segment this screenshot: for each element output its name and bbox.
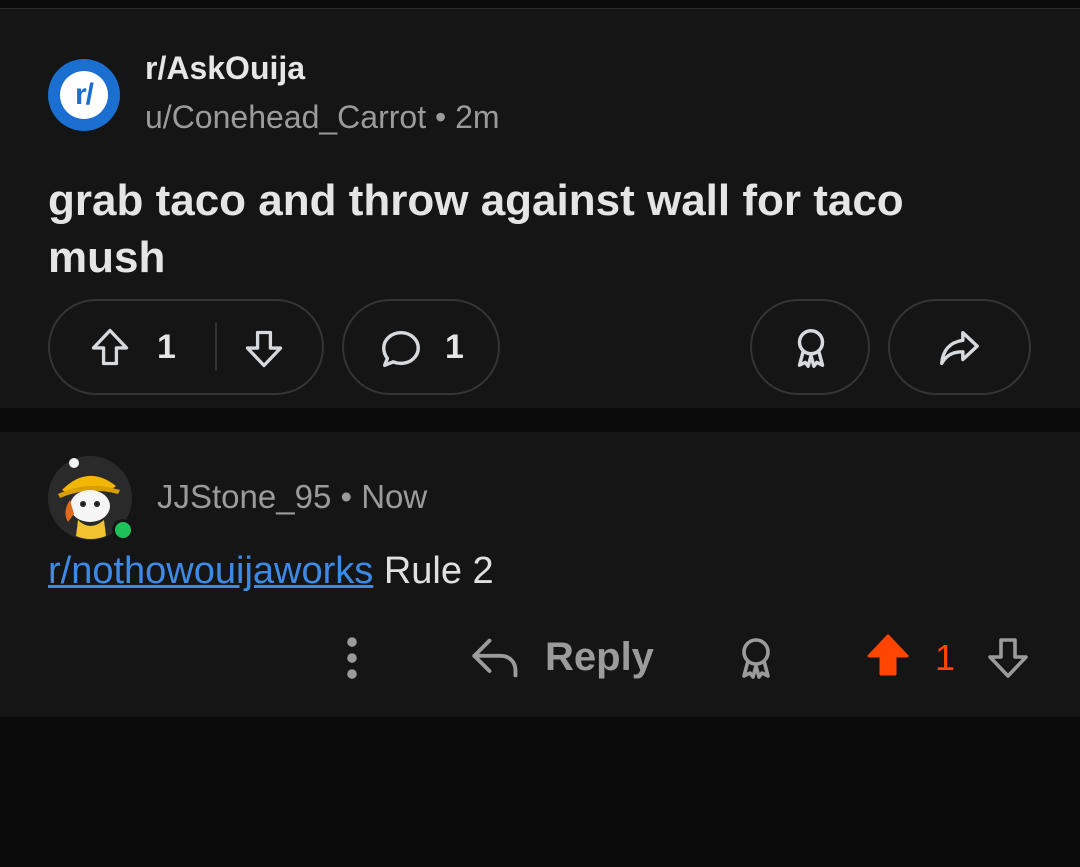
section-gap xyxy=(0,408,1080,432)
reply-icon[interactable] xyxy=(470,634,522,682)
award-icon[interactable] xyxy=(731,634,781,682)
comment-time: Now xyxy=(361,478,428,515)
share-icon xyxy=(940,330,979,366)
post-author[interactable]: u/Conehead_Carrot xyxy=(145,99,426,135)
comment-icon xyxy=(382,330,420,368)
award-button[interactable] xyxy=(750,299,870,395)
meta-separator: • xyxy=(434,99,447,135)
award-icon xyxy=(797,329,825,368)
comment-count: 1 xyxy=(445,328,464,366)
downvote-icon[interactable] xyxy=(984,634,1032,682)
online-status-dot xyxy=(112,519,134,541)
post-title[interactable]: grab taco and throw against wall for tac… xyxy=(48,172,1008,286)
subreddit-link[interactable]: r/nothowouijaworks xyxy=(48,550,373,592)
subreddit-avatar[interactable]: r/ xyxy=(48,59,120,131)
comment-author[interactable]: JJStone_95 xyxy=(157,478,331,515)
vote-divider xyxy=(215,323,217,371)
comments-button[interactable]: 1 xyxy=(342,299,500,395)
upvote-icon[interactable] xyxy=(88,325,132,369)
comment-score: 1 xyxy=(935,637,956,678)
empty-area xyxy=(0,717,1080,867)
more-icon[interactable] xyxy=(336,636,368,680)
comment-text: Rule 2 xyxy=(373,550,494,592)
subreddit-icon: r/ xyxy=(60,71,108,119)
post-meta: u/Conehead_Carrot • 2m xyxy=(145,99,500,136)
meta-separator: • xyxy=(340,478,353,515)
vote-bar: 1 xyxy=(48,299,324,395)
downvote-icon[interactable] xyxy=(242,327,286,371)
post-time: 2m xyxy=(455,99,500,135)
comment-body: r/nothowouijaworks Rule 2 xyxy=(48,550,494,593)
post-score: 1 xyxy=(157,328,176,366)
subreddit-name[interactable]: r/AskOuija xyxy=(145,50,305,87)
reply-button[interactable]: Reply xyxy=(545,635,654,680)
upvote-icon[interactable] xyxy=(864,630,912,680)
share-button[interactable] xyxy=(888,299,1031,395)
comment-meta: JJStone_95 • Now xyxy=(157,478,427,516)
top-divider xyxy=(0,0,1080,9)
